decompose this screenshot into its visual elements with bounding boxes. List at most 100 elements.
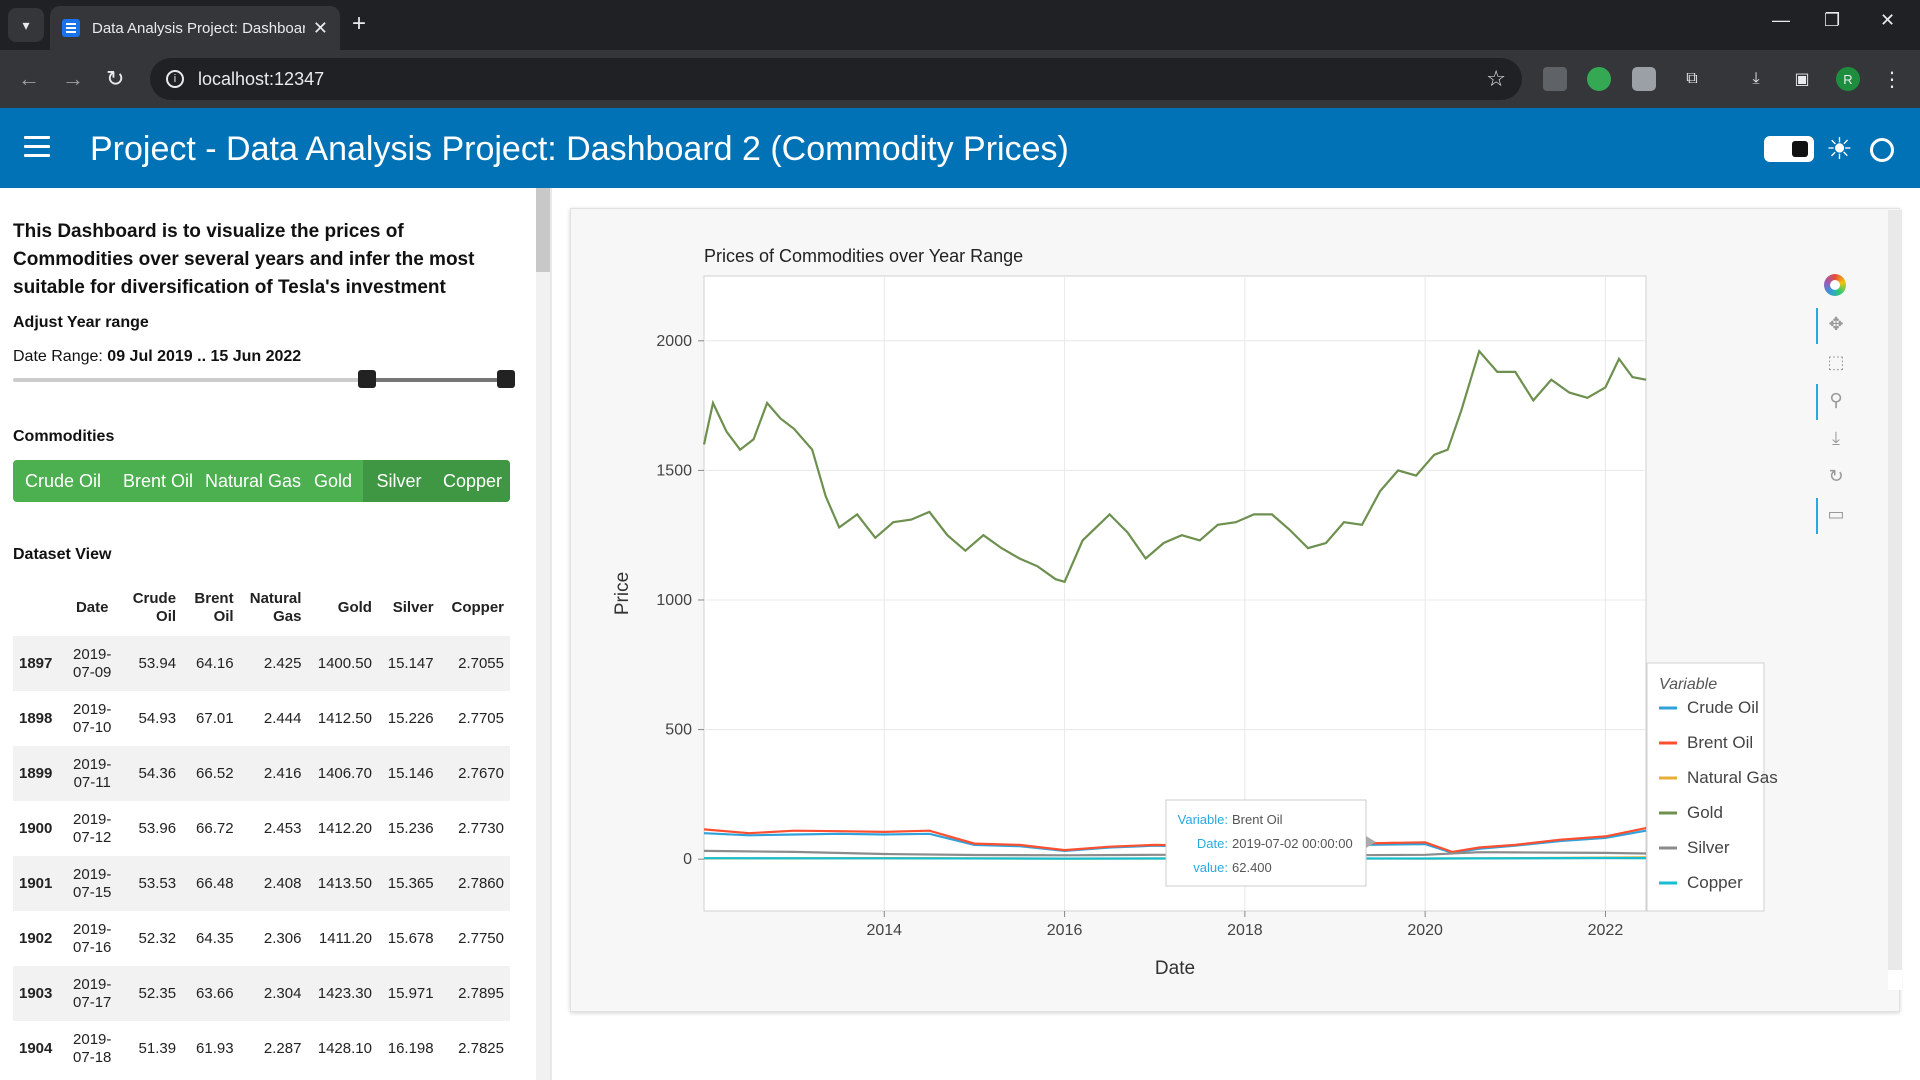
hover-tooltip-icon[interactable]: ▭ [1824,502,1848,526]
dataset-table: Date Crude Oil Brent Oil Natural Gas Gold Sil… [13,580,510,1076]
chrome-extension-icon[interactable] [1587,67,1611,91]
table-cell: 2.7750 [458,929,504,947]
table-row: 1899 2019-07-11 54.36 66.52 2.416 1406.70 15.1… [13,746,510,801]
table-cell: 54.36 [123,746,183,801]
legend-item[interactable]: Brent Oil [1687,733,1753,752]
minimize-icon[interactable]: — [1772,10,1790,31]
legend-item[interactable]: Crude Oil [1687,698,1759,717]
x-tick-label: 2014 [866,922,902,939]
forward-arrow-icon[interactable]: → [62,66,84,92]
commodity-button-gold[interactable]: Gold [303,460,363,502]
table-cell: 2019-07-12 [73,810,112,846]
legend-item[interactable]: Copper [1687,873,1743,892]
table-header-cell: Brent Oil [194,590,234,625]
table-cell: 15.146 [377,746,440,801]
robot-extension-icon[interactable] [1632,67,1656,91]
table-cell: 52.32 [138,929,177,947]
legend-item[interactable]: Natural Gas [1687,768,1778,787]
table-header-row: Date Crude Oil Brent Oil Natural Gas Gold Sil… [13,580,510,636]
dataset-view-label: Dataset View [13,546,112,563]
table-cell: 2.444 [263,709,302,727]
x-axis-label: Date [1155,958,1195,979]
table-cell: 15.971 [377,966,440,1021]
table-row: 1897 2019-07-09 53.94 64.16 2.425 1400.50 15.1… [13,636,510,691]
table-cell: 2.7730 [458,819,504,837]
new-tab-button[interactable]: + [352,10,366,38]
save-icon[interactable]: ⤓ [1824,426,1848,450]
table-cell: 15.236 [387,819,434,837]
status-ring-icon [1870,138,1894,162]
box-zoom-icon[interactable]: ⬚ [1824,350,1848,374]
commodity-button-natural-gas[interactable]: Natural Gas [203,460,303,502]
tab-search-button[interactable]: ▾ [8,8,44,42]
page-title: Project - Data Analysis Project: Dashboa… [90,130,1069,168]
sidebar-divider [550,188,552,1080]
address-bar[interactable]: i localhost:12347 ☆ [150,58,1522,100]
reset-icon[interactable]: ↻ [1824,464,1848,488]
side-panel-icon[interactable]: ▣ [1790,67,1814,91]
sidebar-scrollbar-thumb[interactable] [536,188,550,272]
table-cell: 2.304 [239,966,308,1021]
row-index-cell: 1901 [13,856,62,911]
tooltip-value: 62.400 [1232,860,1272,875]
profile-avatar[interactable]: R [1836,67,1860,91]
sidebar-scrollbar-track[interactable] [536,188,550,1080]
table-cell: 2.425 [239,636,308,691]
tab-close-icon[interactable]: ✕ [313,18,328,39]
slider-end-handle[interactable] [497,370,516,388]
main-scrollbar-track[interactable] [1888,210,1902,990]
y-tick-label: 1000 [656,592,692,609]
slider-start-handle[interactable] [357,370,376,388]
site-info-icon[interactable]: i [166,70,184,88]
row-index-cell: 1900 [19,819,53,837]
reload-icon[interactable]: ↻ [106,66,124,92]
bookmark-star-icon[interactable]: ☆ [1486,66,1506,92]
table-cell: 2019-07-16 [73,920,112,956]
table-row: 1902 2019-07-16 52.32 64.35 2.306 1411.20 15.6… [13,911,510,966]
bokeh-logo-icon[interactable] [1824,274,1846,296]
back-arrow-icon[interactable]: ← [18,66,40,92]
commodity-button-copper[interactable]: Copper [435,460,510,502]
table-cell: 2.408 [239,856,308,911]
commodity-button-brent-oil[interactable]: Brent Oil [113,460,203,502]
row-index-cell: 1904 [19,1039,53,1057]
app-header: Project - Data Analysis Project: Dashboa… [0,108,1920,188]
y-axis-label: Price [612,572,633,615]
tooltip-label: Date: [1197,836,1228,851]
toggle-knob [1792,141,1808,157]
close-window-icon[interactable]: ✕ [1880,10,1895,31]
chevron-down-icon: ▾ [22,16,30,33]
y-tick-label: 0 [683,851,692,868]
table-header-cell: Silver [392,599,434,616]
hamburger-menu-icon[interactable] [24,136,50,163]
table-cell: 2.416 [239,746,308,801]
x-tick-label: 2016 [1047,922,1083,939]
legend-item[interactable]: Silver [1687,838,1730,857]
restore-icon[interactable]: ❐ [1824,10,1840,31]
shield-extension-icon[interactable] [1543,67,1567,91]
y-tick-label: 2000 [656,333,692,350]
year-range-slider[interactable] [13,370,516,388]
browser-tab-active[interactable]: Data Analysis Project: Dashboard ✕ [50,6,340,50]
kebab-menu-icon[interactable]: ⋮ [1880,67,1904,91]
download-icon[interactable]: ⤓ [1744,67,1768,91]
table-cell: 1428.10 [317,1039,372,1057]
tooltip-label: Variable: [1178,812,1228,827]
tooltip-label: value: [1193,860,1228,875]
pan-icon[interactable]: ✥ [1824,312,1848,336]
table-cell: 1413.50 [307,856,378,911]
commodity-button-crude-oil[interactable]: Crude Oil [13,460,113,502]
browser-tab-strip: ▾ Data Analysis Project: Dashboard ✕ + —… [0,0,1920,50]
browser-toolbar: ← → ↻ i localhost:12347 ☆ ⧉ ⤓ ▣ R ⋮ [0,50,1920,108]
commodity-price-chart[interactable]: 2014 2016 2018 2020 2022 0 500 1000 1500 2000 Pric… [572,210,1898,1010]
sun-icon[interactable]: ☀ [1826,132,1853,167]
puzzle-extensions-icon[interactable]: ⧉ [1680,67,1704,91]
legend-item[interactable]: Gold [1687,803,1723,822]
wheel-zoom-icon[interactable]: ⚲ [1824,388,1848,412]
table-cell: 2019-07-17 [61,966,124,1021]
commodity-button-silver[interactable]: Silver [363,460,435,502]
row-index-cell: 1903 [13,966,62,1021]
table-cell: 2019-07-15 [61,856,124,911]
theme-toggle[interactable] [1764,136,1814,162]
date-range-prefix: Date Range: [13,348,103,365]
